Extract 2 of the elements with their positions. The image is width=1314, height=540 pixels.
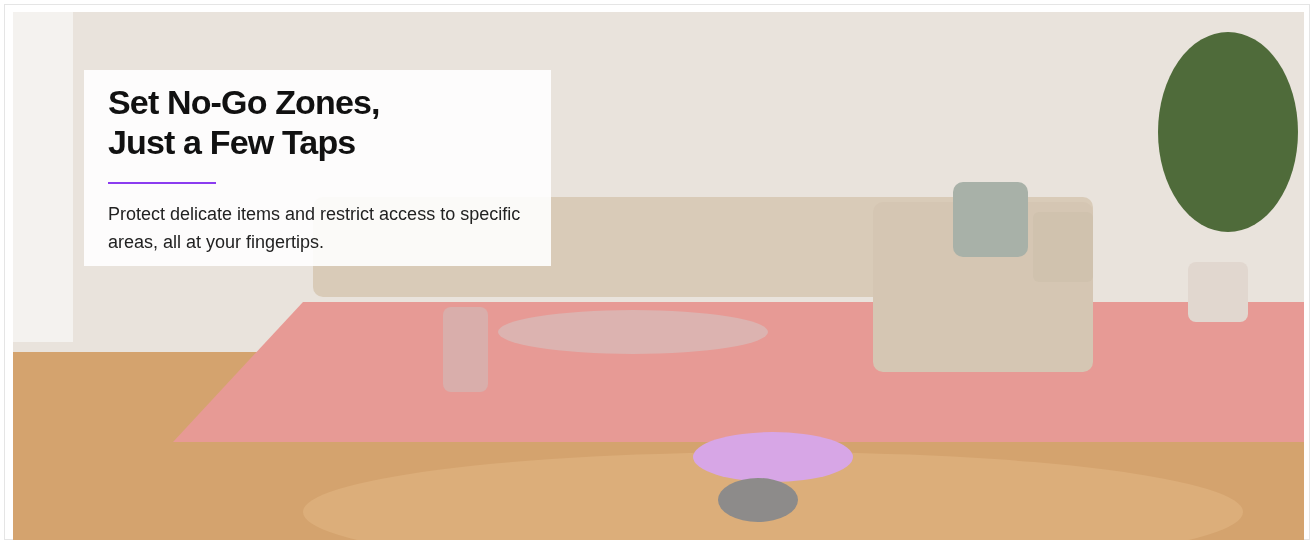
banner-title: Set No-Go Zones, Just a Few Taps — [108, 82, 381, 162]
banner-description: Protect delicate items and restrict access to specific areas, all at your fingertips. — [108, 203, 522, 254]
